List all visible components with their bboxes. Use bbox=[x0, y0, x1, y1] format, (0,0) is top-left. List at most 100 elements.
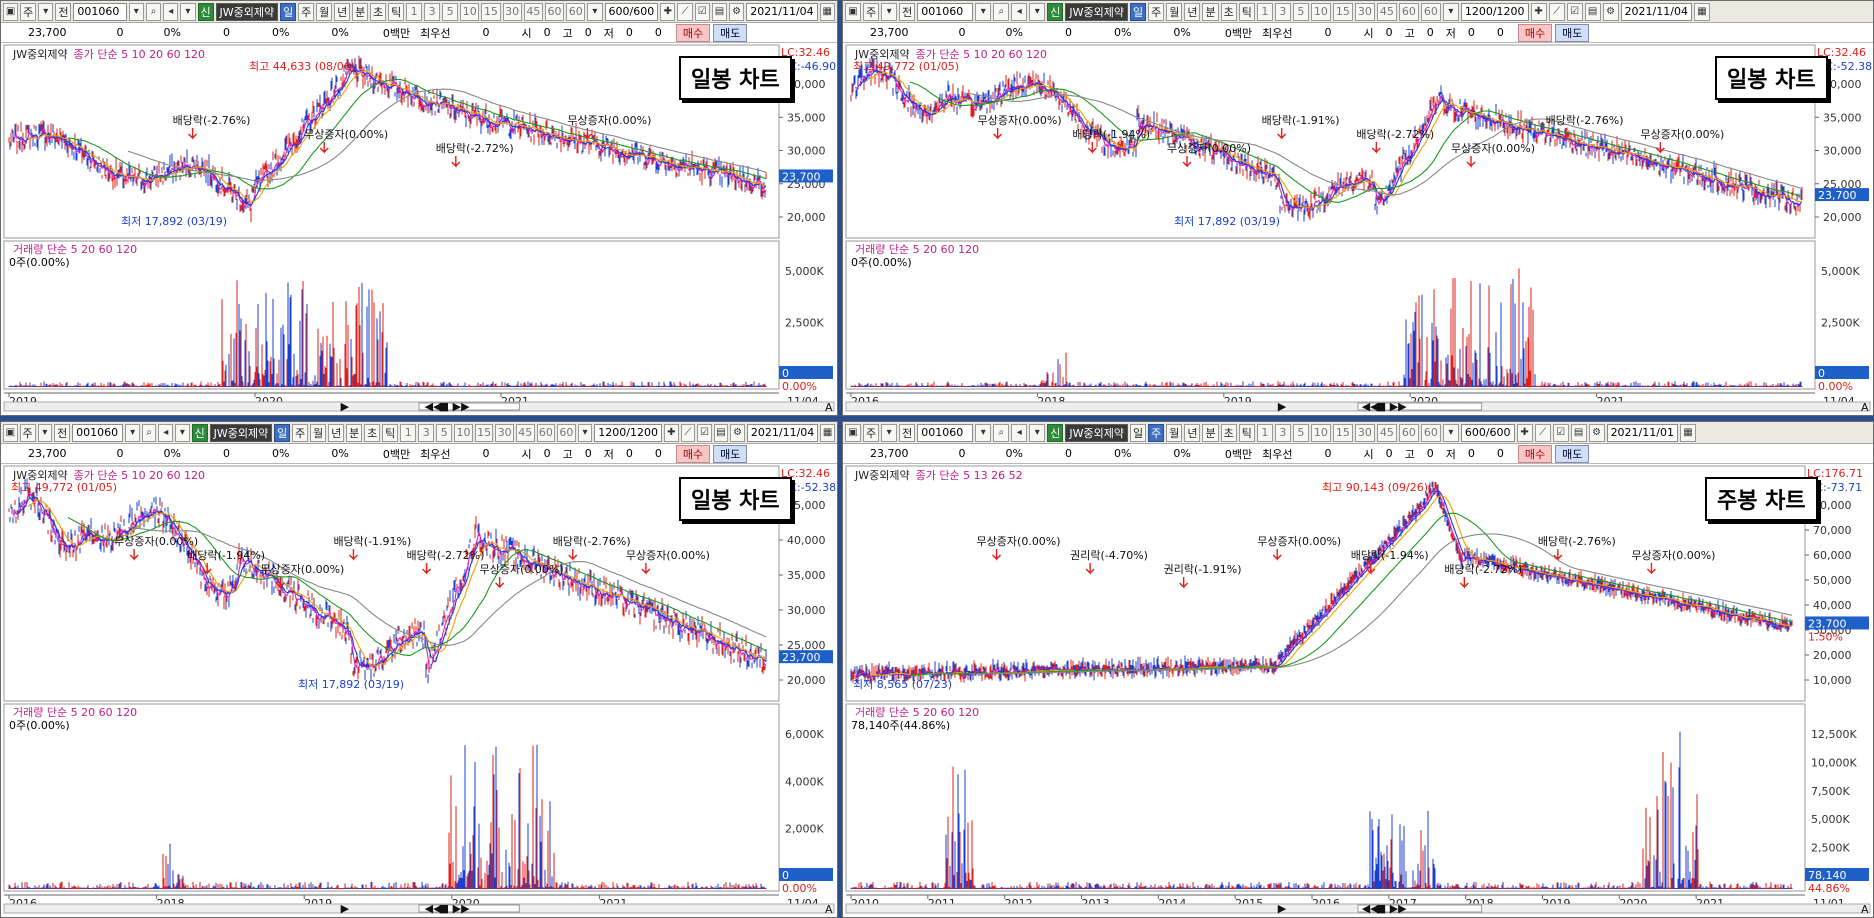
dropdown-arrow-icon[interactable]: ▾ bbox=[1442, 2, 1459, 21]
period-tab[interactable]: 일 bbox=[1129, 2, 1147, 21]
minute-button[interactable]: 15 bbox=[474, 423, 494, 442]
dropdown-arrow-icon[interactable]: ▾ bbox=[37, 423, 53, 442]
minute-button[interactable]: 60 bbox=[544, 2, 565, 21]
search-icon[interactable]: ⌕ bbox=[145, 2, 162, 21]
minute-button[interactable]: 10 bbox=[1310, 2, 1331, 21]
playback-control-icon[interactable]: ■ bbox=[1376, 400, 1386, 413]
dropdown-arrow-icon[interactable]: ▾ bbox=[1029, 2, 1046, 21]
dropdown-arrow-icon[interactable]: ▾ bbox=[975, 2, 992, 21]
minute-button[interactable]: 60 bbox=[1420, 2, 1441, 21]
window-icon[interactable]: ▣ bbox=[845, 2, 861, 21]
save-icon[interactable]: ▤ bbox=[713, 423, 729, 442]
period-tab[interactable]: 분 bbox=[352, 2, 369, 21]
window-icon[interactable]: ▣ bbox=[3, 423, 18, 442]
period-tab[interactable]: 일 bbox=[274, 423, 291, 442]
sell-button[interactable]: 매도 bbox=[713, 23, 748, 42]
minute-button[interactable]: 1 bbox=[406, 2, 423, 21]
minute-button[interactable]: 10 bbox=[454, 423, 473, 442]
dropdown-arrow-icon[interactable]: ▾ bbox=[175, 423, 190, 442]
stock-code-input[interactable]: 001060 bbox=[917, 2, 974, 21]
minute-button[interactable]: 15 bbox=[1332, 2, 1353, 21]
menu-all[interactable]: 전 bbox=[54, 423, 71, 442]
minute-button[interactable]: 1 bbox=[1256, 2, 1273, 21]
minute-button[interactable]: 5 bbox=[1292, 2, 1309, 21]
minute-button[interactable]: 3 bbox=[424, 2, 441, 21]
minute-button[interactable]: 30 bbox=[1354, 2, 1375, 21]
period-tab[interactable]: 틱 bbox=[1238, 2, 1255, 21]
dropdown-arrow-icon[interactable]: ▾ bbox=[180, 2, 196, 21]
gear-icon[interactable]: ⚙ bbox=[1602, 2, 1619, 21]
date-input[interactable]: 2021/11/04 bbox=[746, 423, 819, 442]
dropdown-arrow-icon[interactable]: ▾ bbox=[38, 2, 54, 21]
period-tab[interactable]: 월 bbox=[310, 423, 327, 442]
calendar-icon[interactable]: ▦ bbox=[1693, 2, 1710, 21]
menu-all[interactable]: 전 bbox=[899, 2, 916, 21]
minute-button[interactable]: 30 bbox=[502, 2, 522, 21]
speaker-icon[interactable]: ◂ bbox=[158, 423, 174, 442]
period-tab[interactable]: 주 bbox=[298, 2, 315, 21]
playback-control-icon[interactable]: ▶▶ bbox=[453, 400, 470, 413]
crosshair-icon[interactable]: ✚ bbox=[660, 2, 676, 21]
speaker-icon[interactable]: ◂ bbox=[1011, 2, 1028, 21]
speaker-icon[interactable]: ◂ bbox=[163, 2, 179, 21]
period-tab[interactable]: 월 bbox=[1166, 2, 1183, 21]
period-tab[interactable]: 년 bbox=[1184, 2, 1201, 21]
date-input[interactable]: 2021/11/04 bbox=[1620, 2, 1692, 21]
save-icon[interactable]: ▤ bbox=[711, 2, 728, 21]
dropdown-arrow-icon[interactable]: ▾ bbox=[881, 2, 898, 21]
checkbox-icon[interactable]: ☑ bbox=[697, 423, 712, 442]
menu-all[interactable]: 전 bbox=[55, 2, 72, 21]
sell-button[interactable]: 매도 bbox=[713, 444, 748, 463]
line-tool-icon[interactable]: ⟋ bbox=[680, 423, 696, 442]
save-icon[interactable]: ▤ bbox=[1584, 2, 1601, 21]
minute-button[interactable]: 45 bbox=[515, 423, 535, 442]
playback-control-icon[interactable]: ▶ bbox=[341, 400, 350, 413]
crosshair-icon[interactable]: ✚ bbox=[663, 423, 679, 442]
dropdown-arrow-icon[interactable]: ▾ bbox=[577, 423, 593, 442]
minute-button[interactable]: 5 bbox=[442, 2, 459, 21]
minute-button[interactable]: 3 bbox=[418, 423, 435, 442]
crosshair-icon[interactable]: ✚ bbox=[1530, 2, 1547, 21]
chart-area[interactable]: JW중외제약 종가 단순 5 10 20 60 120 거래량 단순 5 20 60… bbox=[1, 465, 837, 917]
dropdown-arrow-icon[interactable]: ▾ bbox=[125, 423, 140, 442]
period-tab[interactable]: 초 bbox=[1220, 2, 1237, 21]
gear-icon[interactable]: ⚙ bbox=[730, 423, 745, 442]
playback-control-icon[interactable]: ▶ bbox=[1278, 400, 1287, 413]
chart-svg[interactable]: JW중외제약 종가 단순 5 10 20 60 120 거래량 단순 5 20 60… bbox=[1, 465, 837, 917]
period-tab[interactable]: 초 bbox=[370, 2, 387, 21]
period-tab[interactable]: 틱 bbox=[388, 2, 405, 21]
period-tab[interactable]: 초 bbox=[364, 423, 381, 442]
minute-button[interactable]: 30 bbox=[495, 423, 514, 442]
window-icon[interactable]: ▣ bbox=[3, 2, 19, 21]
stock-code-input[interactable]: 001060 bbox=[73, 2, 127, 21]
period-tab[interactable]: 월 bbox=[316, 2, 333, 21]
stock-code-input[interactable]: 001060 bbox=[72, 423, 124, 442]
dropdown-arrow-icon[interactable]: ▾ bbox=[587, 2, 603, 21]
playback-control-icon[interactable]: ▶▶ bbox=[1390, 400, 1407, 413]
search-icon[interactable]: ⌕ bbox=[141, 423, 157, 442]
period-tab[interactable]: 분 bbox=[346, 423, 363, 442]
auto-scale-button[interactable]: A bbox=[1861, 401, 1869, 414]
date-input[interactable]: 2021/11/04 bbox=[746, 2, 818, 21]
calendar-icon[interactable]: ▦ bbox=[819, 2, 835, 21]
buy-button[interactable]: 매수 bbox=[1517, 23, 1553, 42]
period-tab[interactable]: 분 bbox=[1202, 2, 1219, 21]
checkbox-icon[interactable]: ☑ bbox=[1566, 2, 1583, 21]
data-count-input[interactable]: 600/600 bbox=[604, 2, 659, 21]
checkbox-icon[interactable]: ☑ bbox=[694, 2, 710, 21]
dropdown-arrow-icon[interactable]: ▾ bbox=[128, 2, 144, 21]
menu-main[interactable]: 주 bbox=[19, 423, 36, 442]
minute-button[interactable]: 10 bbox=[460, 2, 480, 21]
line-tool-icon[interactable]: ⟋ bbox=[677, 2, 693, 21]
calendar-icon[interactable]: ▦ bbox=[820, 423, 835, 442]
sell-button[interactable]: 매도 bbox=[1555, 23, 1590, 42]
menu-main[interactable]: 주 bbox=[20, 2, 37, 21]
minute-button[interactable]: 60 bbox=[557, 423, 576, 442]
minute-button[interactable]: 60 bbox=[1398, 2, 1419, 21]
buy-button[interactable]: 매수 bbox=[675, 23, 711, 42]
period-tab[interactable]: 일 bbox=[280, 2, 297, 21]
period-tab[interactable]: 틱 bbox=[382, 423, 399, 442]
minute-button[interactable]: 3 bbox=[1274, 2, 1291, 21]
period-tab[interactable]: 년 bbox=[334, 2, 351, 21]
playback-control-icon[interactable]: ■ bbox=[439, 400, 449, 413]
